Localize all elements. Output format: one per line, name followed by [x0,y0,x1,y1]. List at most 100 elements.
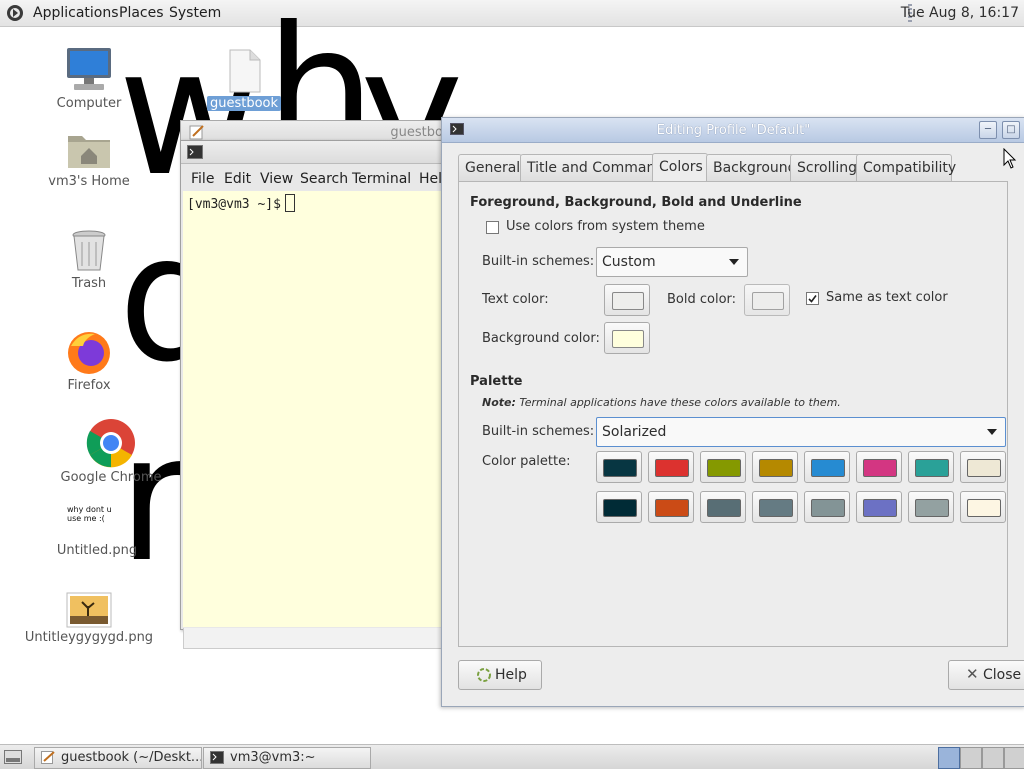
show-desktop-icon[interactable] [4,750,22,764]
palette-color-button-1[interactable] [596,451,642,483]
applications-menu[interactable]: Applications [33,5,119,21]
gedit-window-title: guestbo [390,125,443,140]
palette-color-button-5[interactable] [804,451,850,483]
firefox-icon [68,332,110,374]
terminal-icon [187,145,203,159]
image-thumbnail: why dont u use me :( [67,505,112,523]
workspace-2[interactable] [960,747,982,769]
desktop-icon-label: Untitleygygygd.png [24,630,154,645]
palette-builtin-schemes-select[interactable]: Solarized [596,417,1006,447]
text-color-swatch [612,292,644,310]
tab-title-and-command[interactable]: Title and Command [520,154,664,181]
palette-builtin-schemes-value: Solarized [602,424,667,440]
palette-color-button-2[interactable] [648,451,694,483]
color-palette-label: Color palette: [482,454,571,469]
workspace-1[interactable] [938,747,960,769]
dialog-titlebar[interactable]: Editing Profile "Default" ─ □ [442,118,1024,143]
tab-compatibility[interactable]: Compatibility [856,154,956,181]
terminal-menu-file[interactable]: File [191,171,214,187]
desktop-icon-label: Google Chrome [60,470,162,485]
text-color-label: Text color: [482,292,549,307]
terminal-window[interactable]: File Edit View Search Terminal Help [vm3… [180,140,451,630]
help-icon [477,668,491,682]
palette-color-button-15[interactable] [908,491,954,523]
palette-section-title: Palette [470,374,523,389]
palette-color-swatch [759,499,793,517]
tab-background[interactable]: Background [706,154,797,181]
desktop-icon-trash[interactable]: Trash [24,228,154,291]
terminal-menu-search[interactable]: Search [300,171,348,187]
close-icon: ✕ [966,665,979,683]
home-folder-icon [68,136,110,168]
tab-general[interactable]: General [458,154,522,181]
terminal-menu-view[interactable]: View [260,171,293,187]
taskbar-item-terminal[interactable]: vm3@vm3:~ [203,747,371,769]
file-icon [229,49,261,93]
maximize-button[interactable]: □ [1002,121,1020,139]
same-as-text-checkbox[interactable] [806,292,819,305]
palette-color-button-3[interactable] [700,451,746,483]
builtin-schemes-label: Built-in schemes: [482,254,595,269]
desktop-icon-label: vm3's Home [48,174,130,189]
builtin-schemes-value: Custom [602,254,656,270]
palette-color-button-8[interactable] [960,451,1006,483]
text-color-button[interactable] [604,284,650,316]
builtin-schemes-select[interactable]: Custom [596,247,748,277]
bold-color-swatch [752,292,784,310]
palette-color-swatch [967,459,1001,477]
palette-color-swatch [707,459,741,477]
tab-scrolling[interactable]: Scrolling [790,154,864,181]
palette-color-button-16[interactable] [960,491,1006,523]
palette-color-button-6[interactable] [856,451,902,483]
minimize-button[interactable]: ─ [979,121,997,139]
desktop-icon-label: guestbook [206,96,282,111]
palette-color-button-10[interactable] [648,491,694,523]
terminal-titlebar[interactable] [181,141,443,164]
trash-icon [72,230,106,271]
palette-color-button-9[interactable] [596,491,642,523]
desktop-icon-firefox[interactable]: Firefox [24,328,154,393]
desktop-icon-chrome[interactable]: Google Chrome [46,418,176,485]
palette-color-button-4[interactable] [752,451,798,483]
terminal-output[interactable]: [vm3@vm3 ~]$ [183,191,445,627]
workspace-4[interactable] [1004,747,1024,769]
desktop-icon-untitleygygygd-png[interactable]: Untitleygygygd.png [24,592,154,645]
desktop-icon-computer[interactable]: Computer [24,46,154,111]
terminal-menu-terminal[interactable]: Terminal [352,171,411,187]
background-color-label: Background color: [482,331,600,346]
bottom-taskbar: guestbook (~/Deskt... vm3@vm3:~ [0,744,1024,769]
palette-color-swatch [603,459,637,477]
taskbar-item-label: vm3@vm3:~ [230,750,316,765]
palette-color-button-12[interactable] [752,491,798,523]
palette-color-swatch [863,499,897,517]
editing-profile-dialog[interactable]: Editing Profile "Default" ─ □ General Ti… [441,117,1024,707]
taskbar-item-guestbook[interactable]: guestbook (~/Deskt... [34,747,202,769]
tab-colors[interactable]: Colors [652,153,708,182]
palette-color-swatch [811,499,845,517]
palette-color-swatch [707,499,741,517]
dialog-title: Editing Profile "Default" [656,123,811,138]
close-button[interactable]: ✕ Close [948,660,1024,690]
desktop-icon-label: Trash [71,276,107,291]
palette-color-button-11[interactable] [700,491,746,523]
palette-color-swatch [915,459,949,477]
distro-logo-icon[interactable] [6,4,24,22]
palette-color-button-7[interactable] [908,451,954,483]
help-button[interactable]: Help [458,660,542,690]
palette-color-button-14[interactable] [856,491,902,523]
desktop-icon-guestbook[interactable]: guestbook [179,48,309,111]
workspace-3[interactable] [982,747,1004,769]
background-color-button[interactable] [604,322,650,354]
use-system-colors-checkbox[interactable] [486,221,499,234]
desktop-icon-label: Untitled.png [56,543,138,558]
palette-color-button-13[interactable] [804,491,850,523]
desktop-icon-untitled-png[interactable]: why dont u use me :( Untitled.png [32,505,162,558]
clock[interactable]: Tue Aug 8, 16:17 [901,5,1019,21]
desktop-icon-home[interactable]: vm3's Home [24,128,154,189]
terminal-menu-edit[interactable]: Edit [224,171,251,187]
palette-note-bold: Note: [482,396,516,409]
palette-color-swatch [811,459,845,477]
help-button-label: Help [495,667,527,683]
bold-color-button[interactable] [744,284,790,316]
image-icon [66,592,112,628]
